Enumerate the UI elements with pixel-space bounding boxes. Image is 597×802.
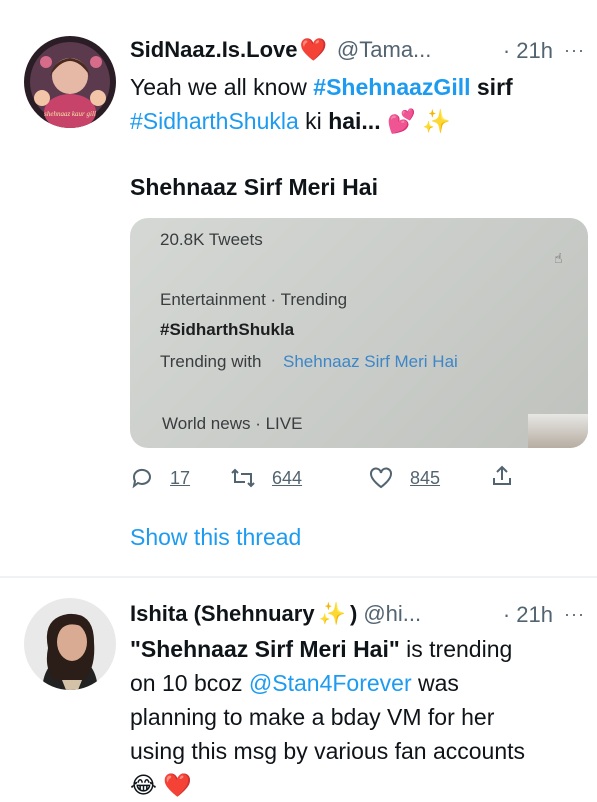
reply-button[interactable]: 17 [130, 466, 190, 490]
sparkle-emoji: ✨ [318, 601, 346, 626]
more-icon[interactable]: ··· [564, 604, 585, 625]
text-segment: ki [298, 108, 329, 134]
trending-with-value: Shehnaaz Sirf Meri Hai [283, 352, 458, 371]
like-count: 845 [410, 467, 441, 488]
inline-title: Shehnaaz Sirf Meri Hai [130, 174, 378, 200]
mention-link[interactable]: @Stan4Forever [249, 670, 412, 696]
timestamp[interactable]: · 21h [503, 602, 553, 628]
text-segment: Yeah we all know [130, 74, 314, 100]
tweet-card-1[interactable]: shehnaaz kaur gill SidNaaz.Is.Love ❤️ @T… [0, 0, 597, 578]
news-label: World news · LIVE [162, 414, 303, 433]
avatar[interactable]: shehnaaz kaur gill [24, 36, 116, 128]
display-name-close: ) [350, 601, 358, 626]
heart-emoji: ❤️ [299, 37, 327, 62]
text-segment: on 10 bcoz [130, 670, 249, 696]
text-segment: planning to make a bday VM for her [130, 704, 495, 730]
tweet-text: "Shehnaaz Sirf Meri Hai" is trending on … [130, 632, 590, 802]
tweet-header: SidNaaz.Is.Love ❤️ @Tama... [130, 34, 431, 66]
avatar[interactable] [24, 598, 116, 690]
share-icon [490, 464, 514, 488]
retweet-count: 644 [272, 467, 303, 488]
text-segment: is trending [399, 636, 513, 662]
emoji: 😂 ❤️ [130, 772, 192, 798]
text-segment: hai... [328, 108, 381, 134]
text-segment: "Shehnaaz Sirf Meri Hai" [130, 636, 400, 662]
like-icon [368, 466, 394, 490]
action-bar: 17 644 845 [130, 462, 520, 498]
retweet-icon [230, 466, 256, 490]
news-thumbnail [528, 414, 588, 448]
text-segment: sirf [470, 74, 513, 100]
show-thread-link[interactable]: Show this thread [130, 524, 301, 551]
tweet-text: Yeah we all know #ShehnaazGill sirf #Sid… [130, 70, 580, 138]
trend-hashtag: #SidharthShukla [160, 320, 295, 339]
more-icon[interactable]: ··· [564, 40, 585, 61]
trending-with-label: Trending with [160, 352, 262, 371]
reply-icon [130, 466, 154, 490]
trend-category: Entertainment · Trending [160, 290, 348, 309]
text-segment: was [411, 670, 459, 696]
hashtag-link[interactable]: #ShehnaazGill [313, 74, 470, 100]
display-name[interactable]: Ishita (Shehnuary [130, 601, 315, 627]
avatar-caption: shehnaaz kaur gill [44, 110, 96, 118]
emoji: 💕 ✨ [386, 108, 451, 134]
tweets-count: 20.8K Tweets [160, 230, 263, 249]
user-handle[interactable]: @Tama... [337, 37, 431, 63]
tweet-header: Ishita (Shehnuary ✨ ) @hi... [130, 598, 421, 630]
cursor-icon: ☝ [554, 250, 563, 266]
user-handle[interactable]: @hi... [363, 601, 421, 627]
display-name[interactable]: SidNaaz.Is.Love [130, 37, 298, 63]
hashtag-link[interactable]: #SidharthShukla [130, 108, 299, 134]
share-button[interactable] [490, 464, 514, 488]
reply-count: 17 [170, 467, 191, 488]
media-image[interactable]: 20.8K Tweets ☝ Entertainment · Trending … [130, 218, 588, 448]
like-button[interactable]: 845 [368, 466, 440, 490]
retweet-button[interactable]: 644 [230, 466, 302, 490]
text-segment: using this msg by various fan accounts [130, 738, 526, 764]
timestamp[interactable]: · 21h [503, 38, 553, 64]
